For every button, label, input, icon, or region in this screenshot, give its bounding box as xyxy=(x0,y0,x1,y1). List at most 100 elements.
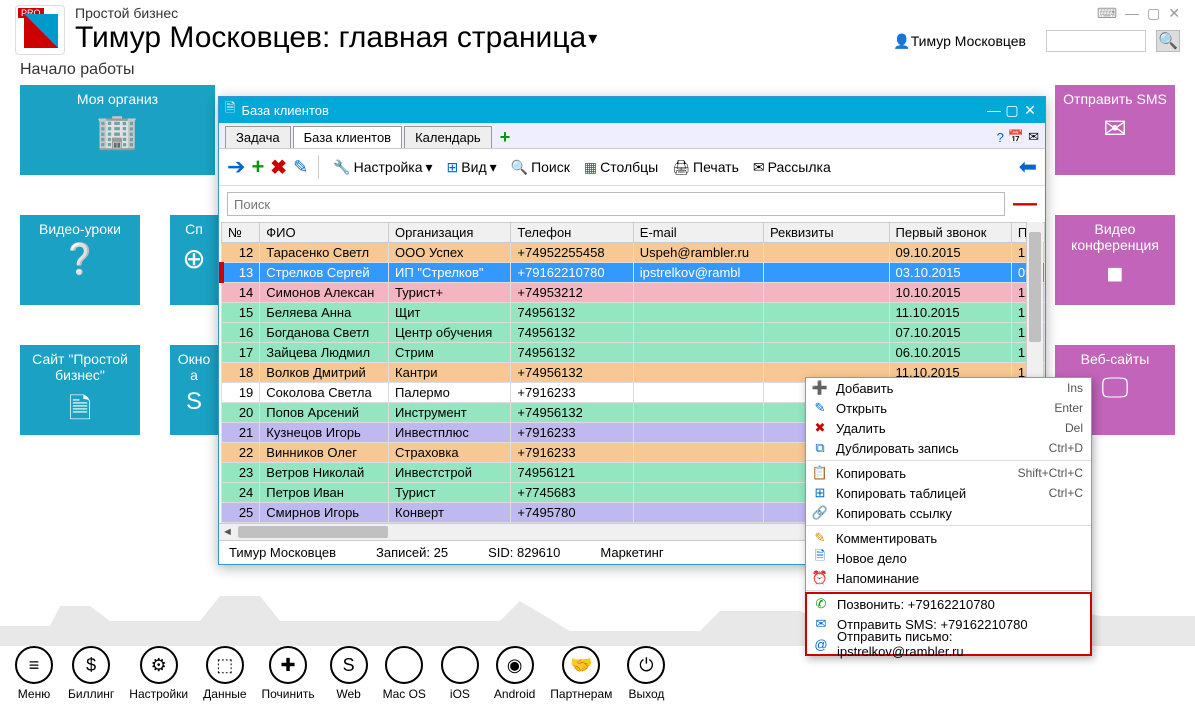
page-title[interactable]: Тимур Московцев: главная страница ▾ xyxy=(75,21,893,55)
window-tabs: Задача База клиентов Календарь + ? 📅 ✉ xyxy=(219,123,1045,149)
collapse-button[interactable]: — xyxy=(1013,190,1037,218)
mail-icon[interactable]: ✉ xyxy=(1028,129,1039,145)
window-close-button[interactable]: ✕ xyxy=(1021,102,1039,119)
add-tab-button[interactable]: + xyxy=(494,127,517,148)
view-button[interactable]: ⊞ Вид▾ xyxy=(443,157,501,178)
app-header: Простой бизнес Тимур Московцев: главная … xyxy=(0,0,1195,55)
context-menu-item[interactable]: 🔗Копировать ссылку xyxy=(806,503,1091,523)
status-records: Записей: 25 xyxy=(376,545,448,560)
context-menu-item[interactable]: @Отправить письмо: ipstrelkov@rambler.ru xyxy=(807,634,1090,654)
section-label: Начало работы xyxy=(0,55,1195,85)
global-search-button[interactable]: 🔍 xyxy=(1156,30,1180,52)
menu-separator xyxy=(806,590,1091,591)
bottombar-item[interactable]: ⚙Настройки xyxy=(129,646,188,701)
table-row[interactable]: 14Симонов АлексанТурист++7495321210.10.2… xyxy=(222,283,1045,303)
bottombar-item[interactable]: ⏻Выход xyxy=(627,646,665,701)
table-row[interactable]: 12Тарасенко СветлООО Успех+74952255458Us… xyxy=(222,243,1045,263)
settings-button[interactable]: 🔧 Настройка▾ xyxy=(329,157,436,178)
tile-agent-window[interactable]: Окно а S xyxy=(170,345,218,435)
menu-item-icon: ✎ xyxy=(810,400,830,416)
envelope-icon: ✉ xyxy=(753,159,765,176)
bottombar-item[interactable]: ◉Android xyxy=(494,646,535,701)
tile-my-org[interactable]: Моя организ 🏢 xyxy=(20,85,215,175)
col-first-call[interactable]: Первый звонок xyxy=(889,223,1011,243)
tab-calendar[interactable]: Календарь xyxy=(404,126,492,148)
tile-website[interactable]: Сайт "Простой бизнес" 🗎 xyxy=(20,345,140,435)
menu-item-icon: 🔗 xyxy=(810,505,830,521)
window-maximize-button[interactable]: ▢ xyxy=(1003,102,1021,119)
tile-video-conference[interactable]: Видео конференция ■ xyxy=(1055,215,1175,305)
window-titlebar[interactable]: 🗎 База клиентов — ▢ ✕ xyxy=(219,97,1045,123)
context-menu-item[interactable]: ✎Комментировать xyxy=(806,528,1091,548)
tab-clients-db[interactable]: База клиентов xyxy=(293,126,402,148)
bottombar-item[interactable]: SWeb xyxy=(330,646,368,701)
table-row[interactable]: 13Стрелков СергейИП "Стрелков"+791622107… xyxy=(222,263,1045,283)
tile-send-sms[interactable]: Отправить SMS ✉ xyxy=(1055,85,1175,175)
bottombar-icon xyxy=(441,646,479,684)
menu-item-icon: ➕ xyxy=(810,380,830,396)
menu-item-icon: ✖ xyxy=(810,420,830,436)
context-menu-item[interactable]: ⊞Копировать таблицейCtrl+C xyxy=(806,483,1091,503)
minimize-icon[interactable]: — xyxy=(1125,5,1139,22)
bottombar-icon: ⏻ xyxy=(627,646,665,684)
search-button[interactable]: 🔍 Поиск xyxy=(507,157,574,178)
status-user: Тимур Московцев xyxy=(229,545,336,560)
columns-icon: ▦ xyxy=(584,159,597,176)
maximize-icon[interactable]: ▢ xyxy=(1147,5,1160,22)
context-menu-item[interactable]: ⏰Напоминание xyxy=(806,568,1091,588)
global-search-input[interactable] xyxy=(1046,30,1146,52)
col-email[interactable]: E-mail xyxy=(633,223,763,243)
col-organization[interactable]: Организация xyxy=(389,223,511,243)
print-button[interactable]: 🖨 Печать xyxy=(668,157,743,178)
col-number[interactable]: № xyxy=(222,223,260,243)
context-menu: ➕ДобавитьIns✎ОткрытьEnter✖УдалитьDel⧉Дуб… xyxy=(805,377,1092,656)
edit-button[interactable]: ✎ xyxy=(293,157,308,178)
col-phone[interactable]: Телефон xyxy=(511,223,633,243)
context-menu-item[interactable]: ✆Позвонить: +79162210780 xyxy=(807,594,1090,614)
columns-button[interactable]: ▦ Столбцы xyxy=(580,157,662,178)
bottombar-item[interactable]: 🤝Партнерам xyxy=(550,646,612,701)
forward-arrow-icon[interactable]: ➔ xyxy=(227,154,245,180)
status-sid: SID: 829610 xyxy=(488,545,560,560)
bottombar-item[interactable]: ⬚Данные xyxy=(203,646,246,701)
delete-button[interactable]: ✖ xyxy=(270,155,287,180)
tile-video-lessons[interactable]: Видео-уроки ❔ xyxy=(20,215,140,305)
tab-task[interactable]: Задача xyxy=(225,126,291,148)
bottombar-item[interactable]: $Биллинг xyxy=(68,646,114,701)
bottombar-item[interactable]: iOS xyxy=(441,646,479,701)
bottombar-item[interactable]: ≡Меню xyxy=(15,646,53,701)
col-name[interactable]: ФИО xyxy=(260,223,389,243)
tile-support[interactable]: Сп ⊕ xyxy=(170,215,218,305)
table-header-row: № ФИО Организация Телефон E-mail Реквизи… xyxy=(222,223,1045,243)
context-menu-item[interactable]: 🗎Новое дело xyxy=(806,548,1091,568)
add-button[interactable]: + xyxy=(251,154,264,180)
context-menu-item[interactable]: ➕ДобавитьIns xyxy=(806,378,1091,398)
menu-item-icon: ⊞ xyxy=(810,485,830,501)
table-row[interactable]: 15Беляева АннаЩит7495613211.10.201512. xyxy=(222,303,1045,323)
context-menu-item[interactable]: ✖УдалитьDel xyxy=(806,418,1091,438)
bottombar-item[interactable]: Mac OS xyxy=(383,646,426,701)
context-menu-item[interactable]: 📋КопироватьShift+Ctrl+C xyxy=(806,463,1091,483)
mailing-button[interactable]: ✉ Рассылка xyxy=(749,157,835,178)
keyboard-icon[interactable]: ⌨ xyxy=(1097,5,1117,22)
help-icon[interactable]: ? xyxy=(997,130,1004,145)
chevron-down-icon: ▾ xyxy=(588,28,597,49)
context-menu-item[interactable]: ⧉Дублировать записьCtrl+D xyxy=(806,438,1091,458)
menu-item-icon: ✆ xyxy=(811,596,831,612)
calendar-icon[interactable]: 📅 xyxy=(1008,129,1024,145)
bottombar-icon: ⬚ xyxy=(206,646,244,684)
col-requisites[interactable]: Реквизиты xyxy=(763,223,889,243)
bottombar-item[interactable]: ✚Починить xyxy=(262,646,315,701)
table-search-input[interactable] xyxy=(227,192,1005,216)
back-arrow-icon[interactable]: ⬅ xyxy=(1019,154,1037,180)
document-icon: 🗎 xyxy=(225,99,235,121)
window-minimize-button[interactable]: — xyxy=(985,102,1003,118)
close-icon[interactable]: ✕ xyxy=(1168,5,1180,22)
table-row[interactable]: 16Богданова СветлЦентр обучения749561320… xyxy=(222,323,1045,343)
user-badge[interactable]: 👤 Тимур Московцев xyxy=(893,33,1026,50)
table-row[interactable]: 17Зайцева ЛюдмилСтрим7495613206.10.20151… xyxy=(222,343,1045,363)
menu-item-icon: 📋 xyxy=(810,465,830,481)
bottombar-icon: $ xyxy=(72,646,110,684)
user-icon: 👤 xyxy=(893,33,910,50)
context-menu-item[interactable]: ✎ОткрытьEnter xyxy=(806,398,1091,418)
